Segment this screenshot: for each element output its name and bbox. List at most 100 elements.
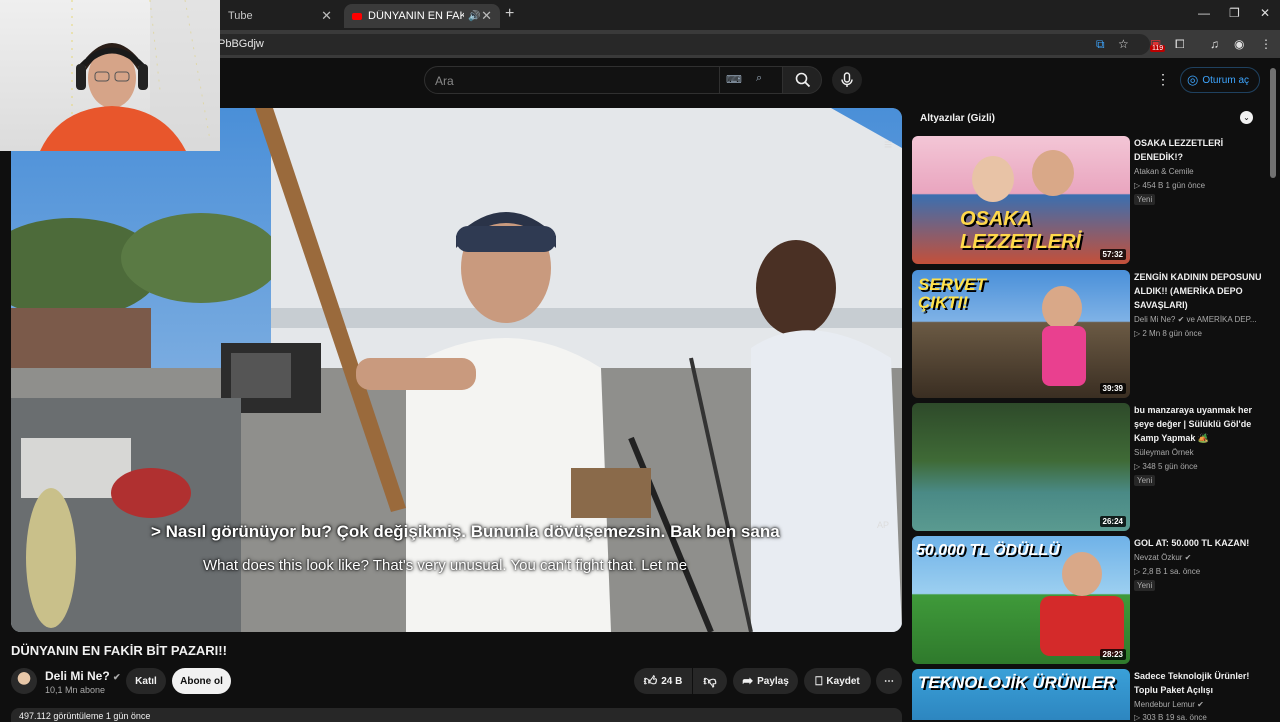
recommendation-item[interactable]: 26:24 bu manzaraya uyanmak her şeye değe… <box>912 403 1264 531</box>
tab-title: Tube <box>228 10 253 22</box>
search-button[interactable] <box>782 66 822 94</box>
shirt-shape <box>1042 326 1086 386</box>
signin-label: Oturum aç <box>1202 74 1250 86</box>
image-search-icon[interactable]: ⌕ <box>756 72 762 85</box>
keyboard-icon[interactable]: ⌨ <box>726 73 742 86</box>
video-player[interactable]: ≡ AP > Nasıl görünüyor bu? Çok değişikmi… <box>11 108 902 632</box>
minimize-icon[interactable]: — <box>1198 6 1210 20</box>
url-text: PbBGdjw <box>218 38 264 50</box>
window-close-icon[interactable]: ✕ <box>1260 6 1270 20</box>
recommendation-meta: ▷ 348 5 gün önce <box>1134 462 1198 471</box>
recommendation-title[interactable]: ZENGİN KADININ DEPOSUNU ALDIK!! (AMERİKA… <box>1134 270 1262 312</box>
recommendation-channel[interactable]: Deli Mi Ne? ✔ ve AMERİKA DEP... <box>1134 315 1257 324</box>
recommendation-item[interactable]: TEKNOLOJİK ÜRÜNLER Sadece Teknolojik Ürü… <box>912 669 1264 722</box>
restore-icon[interactable]: ❐ <box>1229 6 1240 20</box>
video-duration: 57:32 <box>1099 249 1126 260</box>
new-badge: Yeni <box>1134 194 1156 205</box>
streamer-camera-image <box>40 0 220 151</box>
recommendation-title[interactable]: Sadece Teknolojik Ürünler! Toplu Paket A… <box>1134 669 1262 697</box>
new-tab-icon[interactable]: + <box>505 5 514 23</box>
join-button[interactable]: Katıl <box>126 668 166 694</box>
thumbs-down-icon: 👎︎ <box>703 673 717 688</box>
address-bar[interactable]: PbBGdjw <box>140 34 1150 55</box>
video-duration: 39:39 <box>1099 383 1126 394</box>
recommendation-title[interactable]: GOL AT: 50.000 TL KAZAN! <box>1134 536 1262 550</box>
share-arrow-icon: ➦ <box>742 673 754 688</box>
share-label: Paylaş <box>757 675 789 687</box>
recommendation-title[interactable]: OSAKA LEZZETLERİ DENEDİK!? <box>1134 136 1262 164</box>
recommendation-item[interactable]: SERVET ÇIKTI! 39:39 ZENGİN KADININ DEPOS… <box>912 270 1264 398</box>
voice-search-button[interactable] <box>832 66 862 94</box>
recommendation-item[interactable]: OSAKA LEZZETLERİ 57:32 OSAKA LEZZETLERİ … <box>912 136 1264 264</box>
like-count: 24 B <box>661 675 683 687</box>
extensions-puzzle-icon[interactable]: ⧠ <box>1175 37 1185 52</box>
channel-name[interactable]: Deli Mi Ne? ✔ <box>45 669 121 683</box>
captions-panel-header[interactable]: Altyazılar (Gizli) <box>912 108 1260 130</box>
new-badge: Yeni <box>1134 580 1156 591</box>
video-duration: 26:24 <box>1099 516 1126 527</box>
captions-header-label: Altyazılar (Gizli) <box>920 113 996 124</box>
recommendation-channel[interactable]: Nevzat Özkur ✔ <box>1134 553 1191 562</box>
close-tab-icon[interactable]: ✕ <box>481 8 492 24</box>
recommendation-channel[interactable]: Atakan & Cemile <box>1134 167 1194 176</box>
video-menu-icon[interactable]: ≡ <box>884 136 892 152</box>
browser-menu-icon[interactable]: ⋮ <box>1260 37 1272 51</box>
signin-button[interactable]: ◎ Oturum aç <box>1180 67 1260 93</box>
extension-badge: 119 <box>1150 45 1166 52</box>
share-button[interactable]: ➦ Paylaş <box>733 668 798 694</box>
video-frame <box>11 108 902 632</box>
search-input[interactable]: Ara <box>424 66 720 94</box>
video-thumbnail[interactable]: SERVET ÇIKTI! 39:39 <box>912 270 1130 398</box>
search-extension-icons: ⌨ ⌕ <box>720 66 782 94</box>
person-shape <box>1042 286 1082 330</box>
audio-playing-icon[interactable]: 🔊 <box>468 11 480 22</box>
search-icon <box>795 72 811 88</box>
close-tab-icon[interactable]: ✕ <box>321 8 332 24</box>
video-thumbnail[interactable]: 50.000 TL ÖDÜLLÜ 28:23 <box>912 536 1130 664</box>
chevron-down-icon[interactable]: ⌄ <box>1240 111 1253 124</box>
bookmark-star-icon[interactable]: ☆ <box>1118 37 1129 51</box>
dislike-button[interactable]: 👎︎ <box>693 668 727 694</box>
video-duration: 28:23 <box>1099 649 1126 660</box>
verified-icon: ✔ <box>113 672 121 682</box>
person-shape <box>1062 552 1102 596</box>
thumbnail-overlay-text: SERVET ÇIKTI! <box>918 275 987 312</box>
tab-title: DÜNYANIN EN FAKİR BİT PA <box>368 10 464 22</box>
channel-avatar[interactable] <box>11 668 37 694</box>
channel-name-text: Deli Mi Ne? <box>45 669 110 683</box>
recommendation-meta: ▷ 2 Mn 8 gün önce <box>1134 329 1202 338</box>
page-scrollbar[interactable] <box>1270 68 1276 178</box>
settings-menu-icon[interactable]: ⋮ <box>1156 71 1170 88</box>
recommendation-channel[interactable]: Süleyman Örnek <box>1134 448 1194 457</box>
more-dots-icon: ⋯ <box>884 675 894 687</box>
subscribe-button[interactable]: Abone ol <box>172 668 231 694</box>
browser-tab-active[interactable]: DÜNYANIN EN FAKİR BİT PA 🔊 ✕ <box>344 4 500 28</box>
media-control-icon[interactable]: ♫ <box>1210 37 1219 51</box>
watermark-badge: AP <box>877 520 890 530</box>
thumbnail-overlay-text: TEKNOLOJİK ÜRÜNLER <box>918 673 1116 692</box>
profile-icon[interactable]: ◉ <box>1234 37 1244 51</box>
thumbs-up-icon: 👍︎ <box>643 673 658 688</box>
person-1-shape <box>972 156 1014 202</box>
shirt-shape <box>1040 596 1124 656</box>
bookmark-icon: ⎕ <box>815 673 823 688</box>
account-icon: ◎ <box>1187 72 1199 87</box>
thumbnail-overlay-text: 50.000 TL ÖDÜLLÜ <box>916 542 1060 559</box>
video-thumbnail[interactable]: OSAKA LEZZETLERİ 57:32 <box>912 136 1130 264</box>
video-title: DÜNYANIN EN FAKİR BİT PAZARI!! <box>11 643 227 658</box>
webcam-overlay <box>0 0 220 151</box>
recommendation-meta: ▷ 2,8 B 1 sa. önce <box>1134 567 1201 576</box>
recommendation-title[interactable]: bu manzaraya uyanmak her şeye değer | Sü… <box>1134 403 1262 445</box>
save-label: Kaydet <box>826 675 860 687</box>
more-actions-button[interactable]: ⋯ <box>876 668 902 694</box>
youtube-favicon-icon <box>352 12 362 20</box>
like-button[interactable]: 👍︎ 24 B <box>634 668 692 694</box>
save-button[interactable]: ⎕ Kaydet <box>804 668 871 694</box>
recommendation-item[interactable]: 50.000 TL ÖDÜLLÜ 28:23 GOL AT: 50.000 TL… <box>912 536 1264 664</box>
video-thumbnail[interactable]: 26:24 <box>912 403 1130 531</box>
translate-icon[interactable]: ⧉ <box>1096 37 1105 52</box>
new-badge: Yeni <box>1134 475 1156 486</box>
video-thumbnail[interactable]: TEKNOLOJİK ÜRÜNLER <box>912 669 1130 720</box>
recommendation-meta: ▷ 454 B 1 gün önce <box>1134 181 1206 190</box>
recommendation-channel[interactable]: Mendebur Lemur ✔ <box>1134 700 1204 709</box>
